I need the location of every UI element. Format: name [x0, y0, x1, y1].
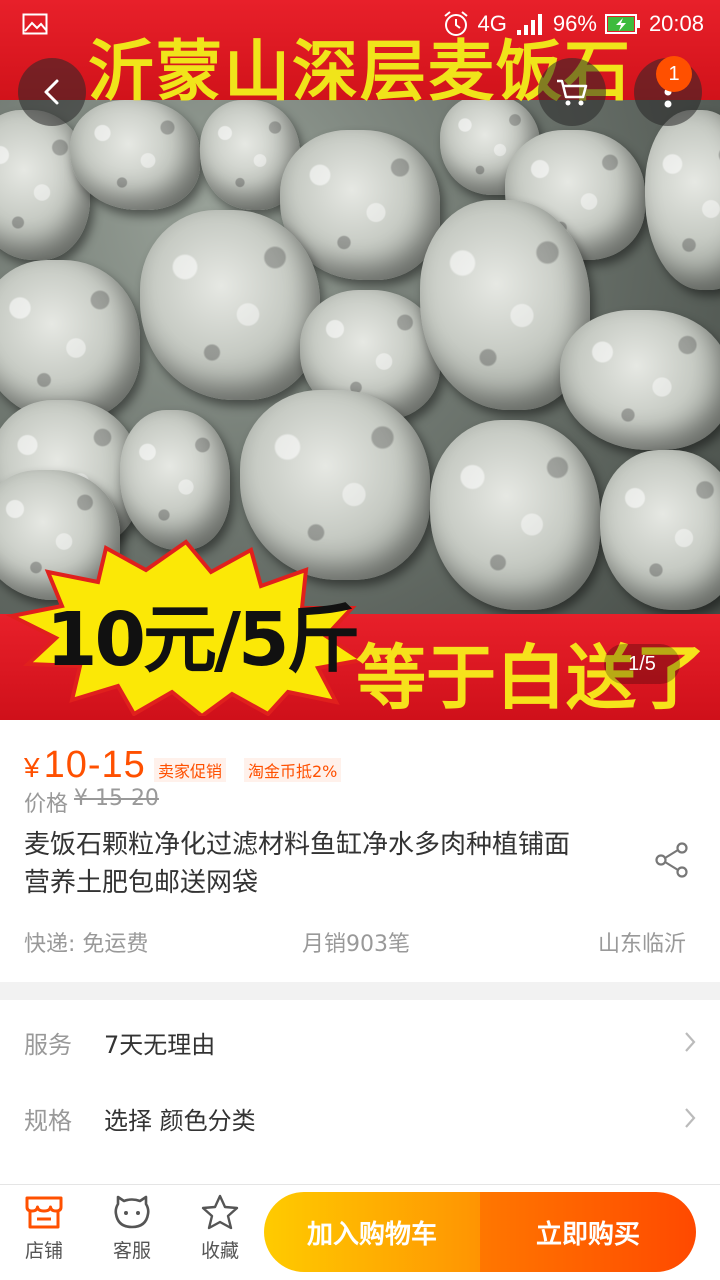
product-detail-page: 沂蒙山深层麦饭石 10元/5斤 等于白送了 4G 96% 20:08 1 1/5… — [0, 0, 720, 1280]
price-row: ¥ 10-15 — [24, 744, 146, 787]
price-burst-text: 10元/5斤 — [46, 597, 360, 683]
chevron-right-icon — [685, 1108, 696, 1128]
product-image[interactable]: 沂蒙山深层麦饭石 10元/5斤 等于白送了 — [0, 0, 720, 720]
rock-shape — [430, 420, 600, 610]
rock-shape — [70, 100, 200, 210]
shipping-info: 快递: 免运费 — [24, 932, 149, 957]
promo-tag-coins: 淘金币抵2% — [244, 758, 342, 782]
original-price-row: 价格 ¥ 15-20 — [24, 786, 159, 818]
rock-shape — [0, 260, 140, 420]
battery-charging-icon — [604, 14, 640, 34]
monthly-sales: 月销903笔 — [302, 932, 410, 957]
share-icon[interactable] — [652, 840, 692, 880]
chevron-right-icon — [685, 1032, 696, 1052]
service-value: 7天无理由 — [104, 1030, 216, 1059]
spec-label: 规格 — [24, 1106, 72, 1135]
spec-row[interactable]: 规格 选择 颜色分类 — [0, 1080, 720, 1156]
status-bar: 4G 96% 20:08 — [0, 0, 720, 48]
clock: 20:08 — [648, 11, 704, 36]
customer-service-tab[interactable]: 客服 — [92, 1194, 172, 1274]
back-button[interactable] — [18, 58, 86, 126]
image-notification-icon — [22, 13, 48, 35]
customer-service-tab-label: 客服 — [112, 1240, 151, 1262]
cart-button[interactable] — [538, 58, 606, 126]
rock-shape — [140, 210, 320, 400]
store-icon — [25, 1196, 63, 1229]
original-price-label: 价格 — [24, 792, 69, 817]
customer-service-icon — [114, 1195, 150, 1229]
shopping-cart-icon — [557, 79, 588, 106]
alarm-clock-icon — [443, 11, 468, 36]
image-counter: 1/5 — [604, 644, 680, 684]
star-icon — [201, 1194, 239, 1230]
promo-tag-seller: 卖家促销 — [154, 758, 227, 782]
chevron-left-icon — [44, 79, 59, 105]
service-label: 服务 — [24, 1030, 72, 1059]
signal-strength-icon — [516, 14, 542, 35]
network-type: 4G — [477, 11, 507, 36]
add-to-cart-button[interactable]: 加入购物车 — [264, 1192, 480, 1272]
favorite-tab[interactable]: 收藏 — [180, 1194, 260, 1274]
favorite-tab-label: 收藏 — [200, 1240, 239, 1262]
rock-shape — [120, 410, 230, 550]
product-title: 麦饭石颗粒净化过滤材料鱼缸净水多肉种植铺面营养土肥包邮送网袋 — [24, 830, 571, 898]
service-row[interactable]: 服务 7天无理由 — [0, 1004, 720, 1080]
purchase-buttons: 加入购物车 立即购买 — [264, 1192, 696, 1272]
message-badge: 1 — [656, 56, 692, 92]
ship-from-location: 山东临沂 — [598, 932, 687, 957]
rock-shape — [600, 450, 720, 610]
rock-shape — [560, 310, 720, 450]
shop-tab[interactable]: 店铺 — [4, 1194, 84, 1274]
buy-now-button[interactable]: 立即购买 — [480, 1192, 696, 1272]
original-price-value: ¥ 15-20 — [74, 786, 159, 811]
shop-tab-label: 店铺 — [24, 1240, 63, 1262]
battery-percent: 96% — [552, 11, 597, 36]
rock-shape — [645, 110, 720, 290]
sale-price: 10-15 — [43, 744, 146, 786]
spec-value: 选择 颜色分类 — [104, 1106, 256, 1135]
currency-symbol: ¥ — [24, 752, 40, 783]
